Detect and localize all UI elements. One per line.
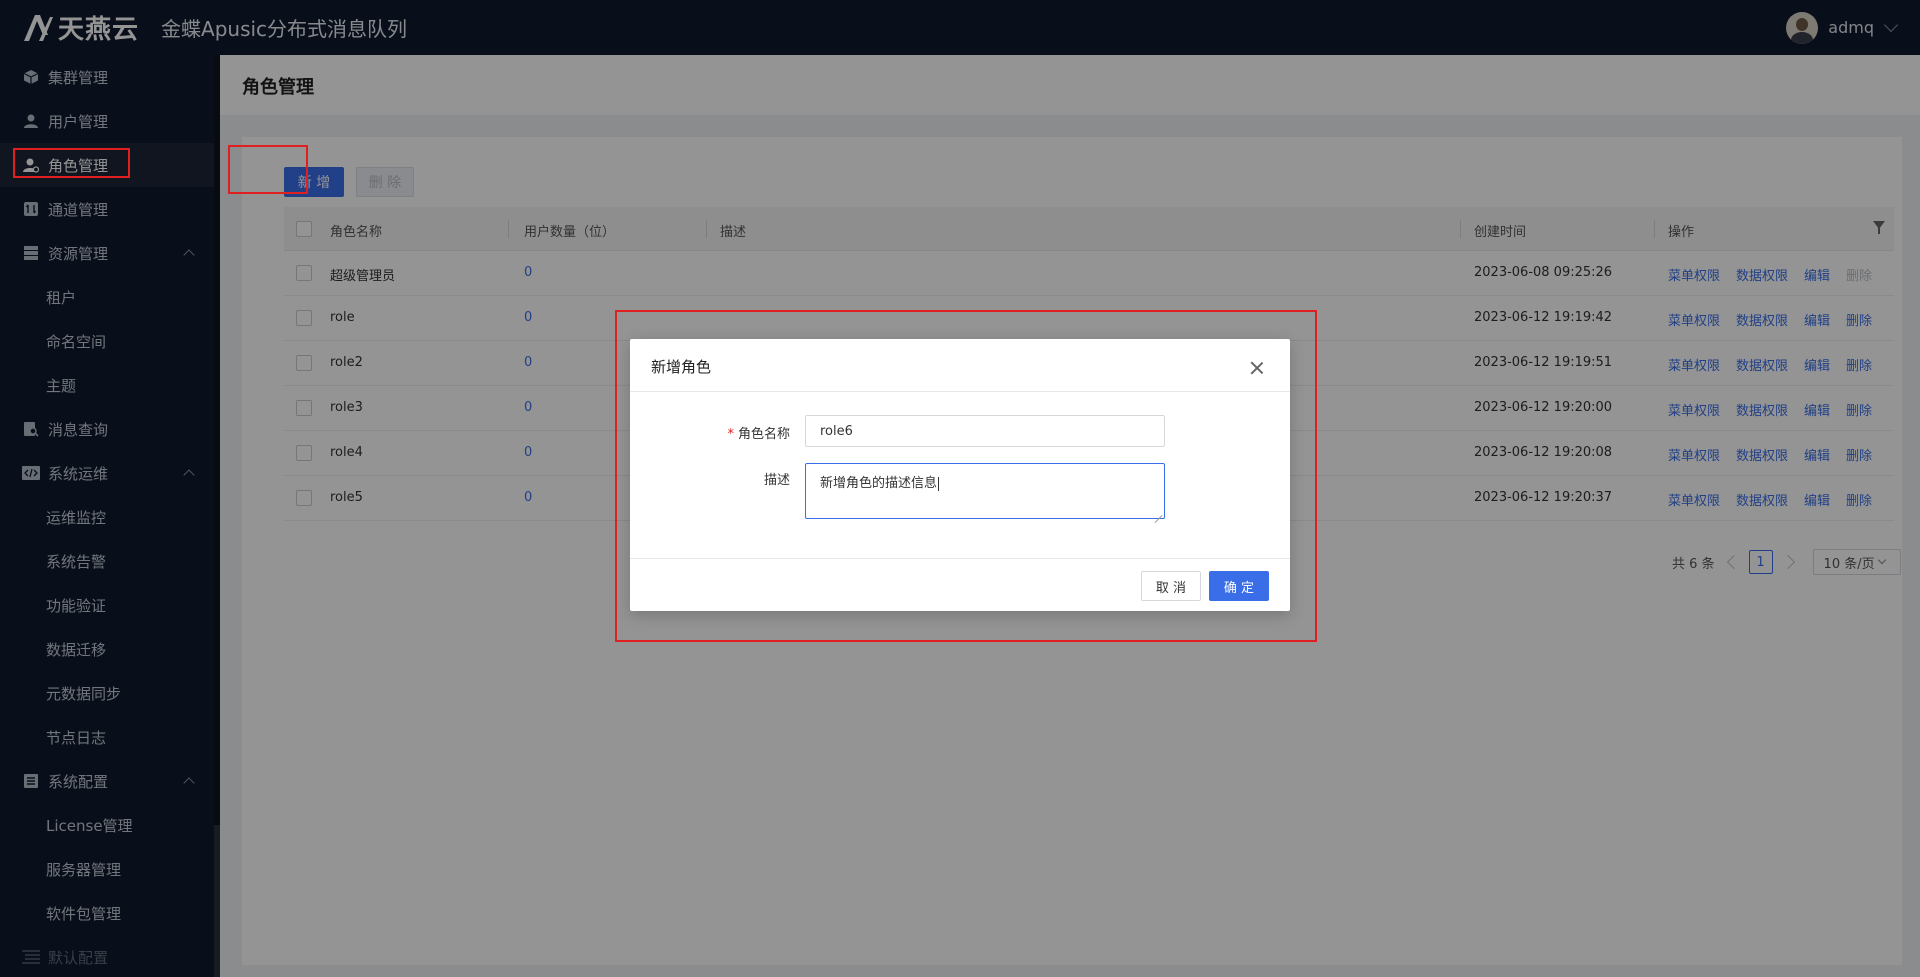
highlight-add-button: [228, 145, 308, 194]
highlight-dialog: [615, 310, 1317, 642]
highlight-roles-menu: [13, 148, 130, 178]
